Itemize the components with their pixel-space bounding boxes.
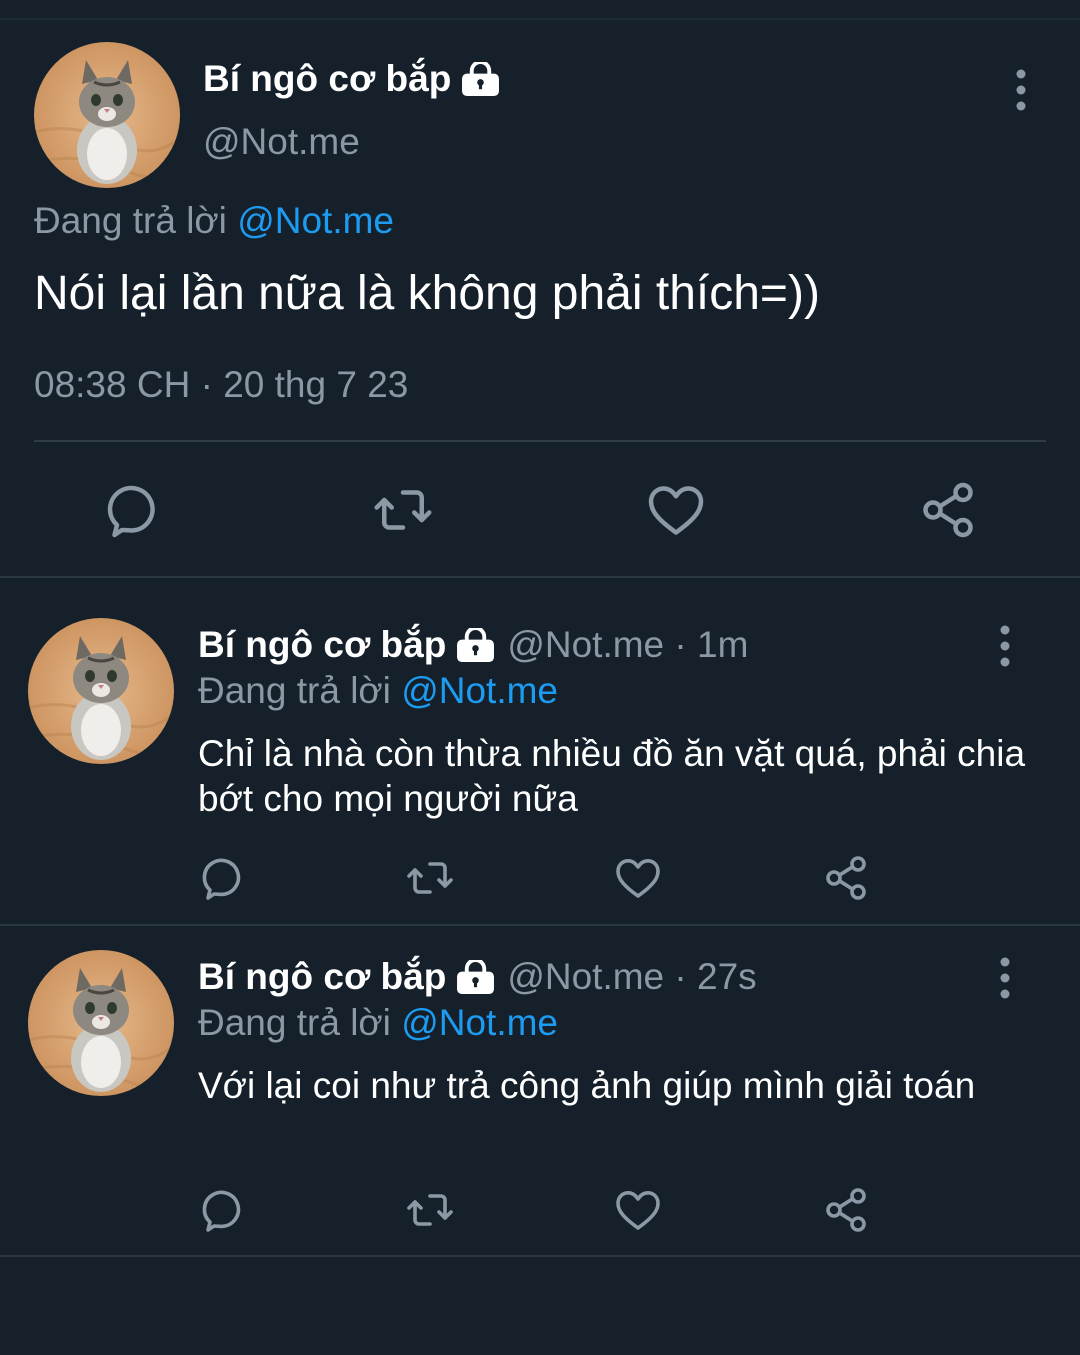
speech-bubble-icon <box>198 854 246 902</box>
share-icon <box>822 854 870 902</box>
heart-icon <box>614 854 662 902</box>
retweet-button[interactable] <box>373 480 433 540</box>
replying-prefix: Đang trả lời <box>198 670 391 711</box>
replying-to: Đang trả lời @Not.me <box>198 670 558 712</box>
retweet-icon <box>406 854 454 902</box>
heart-icon <box>614 1186 662 1234</box>
avatar[interactable] <box>28 950 174 1096</box>
replying-mention[interactable]: @Not.me <box>401 670 558 711</box>
divider <box>34 440 1046 442</box>
lock-icon <box>461 62 500 97</box>
reply-button[interactable] <box>198 1186 246 1234</box>
more-options-icon[interactable] <box>988 624 1022 668</box>
share-icon <box>918 480 978 540</box>
lock-icon <box>456 628 495 663</box>
author-handle-time[interactable]: @Not.me · 1m <box>507 624 748 666</box>
retweet-button[interactable] <box>406 1186 454 1234</box>
author-handle[interactable]: @Not.me <box>203 121 360 163</box>
heart-icon <box>646 480 706 540</box>
divider <box>0 1255 1080 1257</box>
replying-prefix: Đang trả lời <box>198 1002 391 1043</box>
share-button[interactable] <box>918 480 978 540</box>
like-button[interactable] <box>614 1186 662 1234</box>
author-name-row[interactable]: Bí ngô cơ bắp <box>203 58 500 100</box>
replying-mention[interactable]: @Not.me <box>401 1002 558 1043</box>
avatar[interactable] <box>34 42 180 188</box>
author-handle-time[interactable]: @Not.me · 27s <box>507 956 756 998</box>
share-button[interactable] <box>822 1186 870 1234</box>
author-name[interactable]: Bí ngô cơ bắp <box>203 58 451 100</box>
reply-button[interactable] <box>198 854 246 902</box>
replying-mention[interactable]: @Not.me <box>237 200 394 241</box>
retweet-icon <box>373 480 433 540</box>
tweet-text: Nói lại lần nữa là không phải thích=)) <box>34 267 820 320</box>
speech-bubble-icon <box>102 480 162 540</box>
retweet-icon <box>406 1186 454 1234</box>
more-options-icon[interactable] <box>1004 68 1038 112</box>
reply-header: Bí ngô cơ bắp @Not.me · 27s <box>198 956 757 998</box>
author-name[interactable]: Bí ngô cơ bắp <box>198 956 446 998</box>
reply-button[interactable] <box>102 480 162 540</box>
tweet-text: Chỉ là nhà còn thừa nhiều đồ ăn vặt quá,… <box>198 733 1026 819</box>
tweet-timestamp[interactable]: 08:38 CH · 20 thg 7 23 <box>34 364 408 406</box>
author-name[interactable]: Bí ngô cơ bắp <box>198 624 446 666</box>
like-button[interactable] <box>614 854 662 902</box>
reply-header: Bí ngô cơ bắp @Not.me · 1m <box>198 624 748 666</box>
lock-icon <box>456 960 495 995</box>
replying-to: Đang trả lời @Not.me <box>198 1002 558 1044</box>
share-icon <box>822 1186 870 1234</box>
avatar[interactable] <box>28 618 174 764</box>
share-button[interactable] <box>822 854 870 902</box>
speech-bubble-icon <box>198 1186 246 1234</box>
more-options-icon[interactable] <box>988 956 1022 1000</box>
divider <box>0 576 1080 578</box>
tweet-text: Với lại coi như trả công ảnh giúp mình g… <box>198 1065 976 1106</box>
retweet-button[interactable] <box>406 854 454 902</box>
divider <box>0 924 1080 926</box>
main-tweet: Bí ngô cơ bắp @Not.me Đang trả lời @Not.… <box>0 0 1080 578</box>
replying-to: Đang trả lời @Not.me <box>34 200 394 242</box>
replying-prefix: Đang trả lời <box>34 200 227 241</box>
like-button[interactable] <box>646 480 706 540</box>
